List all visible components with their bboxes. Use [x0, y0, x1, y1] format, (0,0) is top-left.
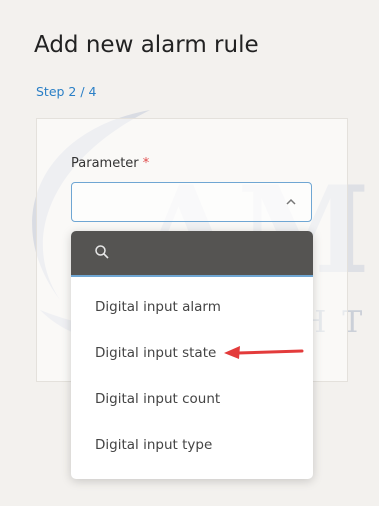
- parameter-label-text: Parameter: [71, 156, 139, 171]
- search-icon: [95, 245, 109, 259]
- parameter-select[interactable]: [71, 182, 312, 222]
- step-indicator: Step 2 / 4: [36, 84, 97, 99]
- option-digital-input-count[interactable]: Digital input count: [71, 379, 313, 419]
- option-digital-input-type[interactable]: Digital input type: [71, 425, 313, 465]
- page: AM YACHT Add new alarm rule Step 2 / 4 P…: [0, 0, 379, 506]
- option-digital-input-alarm[interactable]: Digital input alarm: [71, 287, 313, 327]
- red-arrow-icon: [224, 346, 304, 359]
- dropdown-search: [71, 231, 313, 277]
- chevron-up-icon[interactable]: [285, 197, 297, 207]
- dropdown-search-input[interactable]: [119, 239, 303, 269]
- page-title: Add new alarm rule: [34, 32, 259, 58]
- parameter-label: Parameter *: [71, 156, 149, 171]
- required-marker: *: [142, 156, 150, 171]
